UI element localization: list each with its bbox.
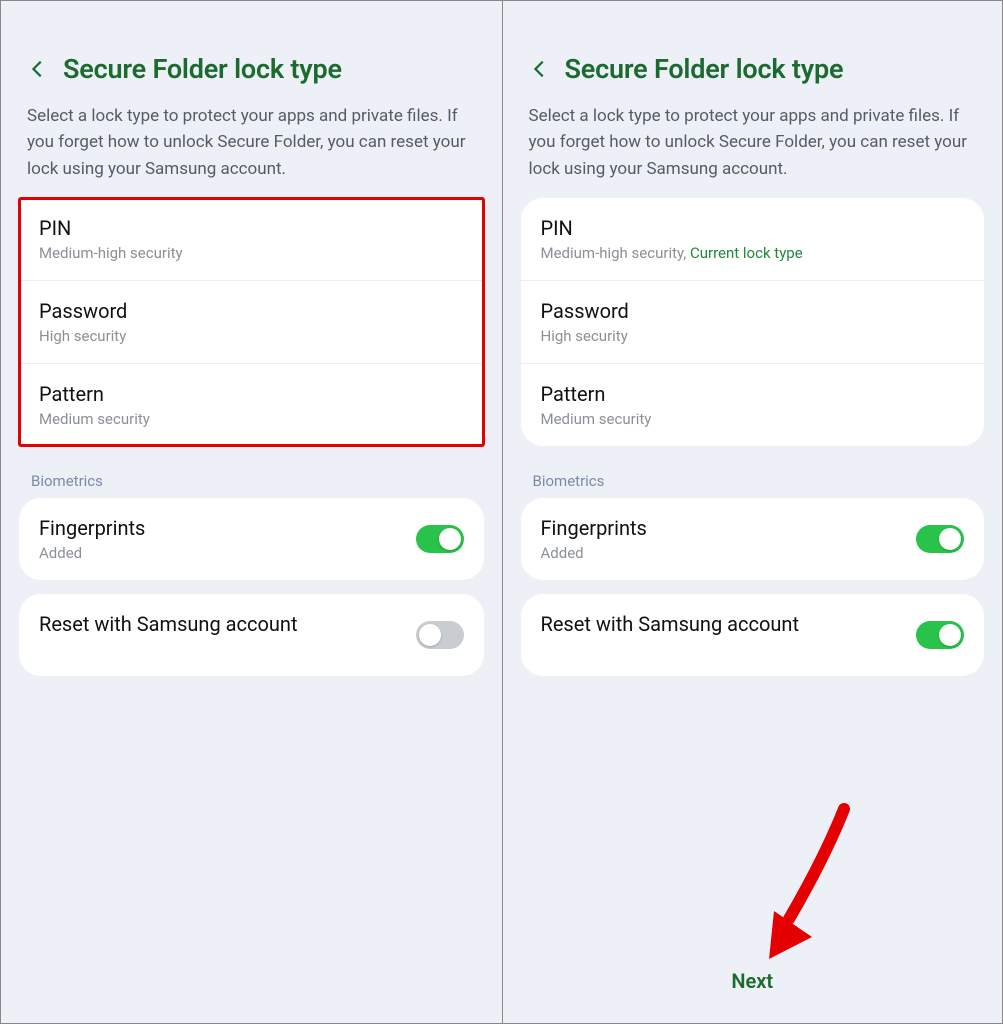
reset-card: Reset with Samsung account — [19, 594, 484, 676]
lock-option-label: PIN — [541, 216, 965, 240]
fingerprints-row[interactable]: Fingerprints Added — [19, 498, 484, 580]
lock-option-label: Password — [541, 299, 965, 323]
fingerprints-sub: Added — [39, 544, 145, 562]
lock-option-password[interactable]: Password High security — [19, 281, 484, 364]
reset-row[interactable]: Reset with Samsung account — [19, 594, 484, 676]
reset-label: Reset with Samsung account — [39, 612, 298, 636]
screen-left: Secure Folder lock type Select a lock ty… — [1, 1, 502, 1023]
next-button[interactable]: Next — [503, 957, 1003, 1005]
reset-row[interactable]: Reset with Samsung account — [521, 594, 985, 676]
fingerprints-label: Fingerprints — [541, 516, 647, 540]
lock-option-sub: Medium security — [541, 410, 965, 428]
lock-option-label: PIN — [39, 216, 464, 240]
reset-toggle[interactable] — [916, 621, 964, 649]
fingerprints-sub: Added — [541, 544, 647, 562]
screen-right: Secure Folder lock type Select a lock ty… — [502, 1, 1003, 1023]
fingerprints-label: Fingerprints — [39, 516, 145, 540]
lock-type-card: PIN Medium-high security Password High s… — [19, 198, 484, 446]
lock-option-label: Pattern — [541, 382, 965, 406]
lock-option-sub: Medium-high security — [39, 244, 464, 262]
reset-toggle[interactable] — [416, 621, 464, 649]
fingerprints-card: Fingerprints Added — [521, 498, 985, 580]
biometrics-section-label: Biometrics — [521, 460, 985, 498]
page-title: Secure Folder lock type — [565, 53, 844, 85]
fingerprints-toggle[interactable] — [916, 525, 964, 553]
back-icon[interactable] — [25, 56, 51, 82]
reset-sub — [39, 640, 298, 658]
lock-option-password[interactable]: Password High security — [521, 281, 985, 364]
page-title: Secure Folder lock type — [63, 53, 342, 85]
header: Secure Folder lock type — [521, 19, 985, 103]
lock-option-label: Password — [39, 299, 464, 323]
lock-option-pin[interactable]: PIN Medium-high security — [19, 198, 484, 281]
fingerprints-row[interactable]: Fingerprints Added — [521, 498, 985, 580]
lock-option-sub: Medium security — [39, 410, 464, 428]
reset-label: Reset with Samsung account — [541, 612, 800, 636]
header: Secure Folder lock type — [19, 19, 484, 103]
reset-sub — [541, 640, 800, 658]
lock-option-pattern[interactable]: Pattern Medium security — [19, 364, 484, 446]
arrow-annotation-icon — [734, 799, 864, 973]
lock-option-pattern[interactable]: Pattern Medium security — [521, 364, 985, 446]
lock-option-sub: High security — [39, 327, 464, 345]
lock-option-sub: Medium-high security, Current lock type — [541, 244, 965, 262]
back-icon[interactable] — [527, 56, 553, 82]
biometrics-section-label: Biometrics — [19, 460, 484, 498]
lock-option-pin[interactable]: PIN Medium-high security, Current lock t… — [521, 198, 985, 281]
page-description: Select a lock type to protect your apps … — [521, 103, 985, 198]
lock-option-label: Pattern — [39, 382, 464, 406]
fingerprints-toggle[interactable] — [416, 525, 464, 553]
page-description: Select a lock type to protect your apps … — [19, 103, 484, 198]
fingerprints-card: Fingerprints Added — [19, 498, 484, 580]
lock-type-card: PIN Medium-high security, Current lock t… — [521, 198, 985, 446]
reset-card: Reset with Samsung account — [521, 594, 985, 676]
lock-option-sub: High security — [541, 327, 965, 345]
